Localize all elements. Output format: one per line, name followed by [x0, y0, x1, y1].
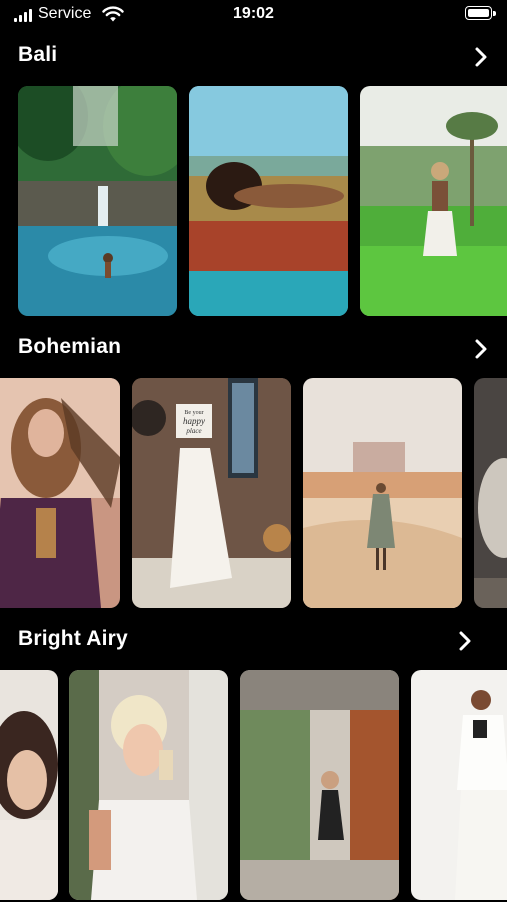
photo-card[interactable]	[18, 86, 177, 316]
status-bar: Service 19:02	[0, 0, 507, 30]
section-bohemian: Bohemian Be your happy place	[0, 330, 507, 612]
photo-carousel[interactable]	[0, 86, 507, 318]
photo-card[interactable]: Be your happy place	[132, 378, 291, 608]
photo-carousel[interactable]: Be your happy place	[0, 378, 507, 610]
photo-carousel[interactable]	[0, 670, 507, 902]
section-bright-airy: Bright Airy	[0, 622, 507, 900]
photo-card[interactable]	[0, 378, 120, 608]
chevron-right-icon[interactable]	[470, 46, 492, 68]
photo-card[interactable]	[474, 378, 507, 608]
photo-card[interactable]	[411, 670, 507, 900]
chevron-right-icon[interactable]	[454, 630, 476, 652]
section-title[interactable]: Bohemian	[18, 335, 121, 359]
photo-card[interactable]	[189, 86, 348, 316]
photo-card[interactable]	[240, 670, 399, 900]
section-title[interactable]: Bali	[18, 43, 57, 67]
sign-text-line-2: happy	[183, 416, 205, 426]
battery-icon	[465, 6, 497, 22]
photo-card[interactable]	[0, 670, 58, 900]
photo-card[interactable]	[303, 378, 462, 608]
chevron-right-icon[interactable]	[470, 338, 492, 360]
photo-card[interactable]	[360, 86, 507, 316]
section-title[interactable]: Bright Airy	[18, 627, 128, 651]
sign-text-line-3: place	[185, 427, 201, 435]
status-time: 19:02	[233, 5, 274, 22]
photo-card[interactable]	[69, 670, 228, 900]
section-bali: Bali	[0, 38, 507, 320]
